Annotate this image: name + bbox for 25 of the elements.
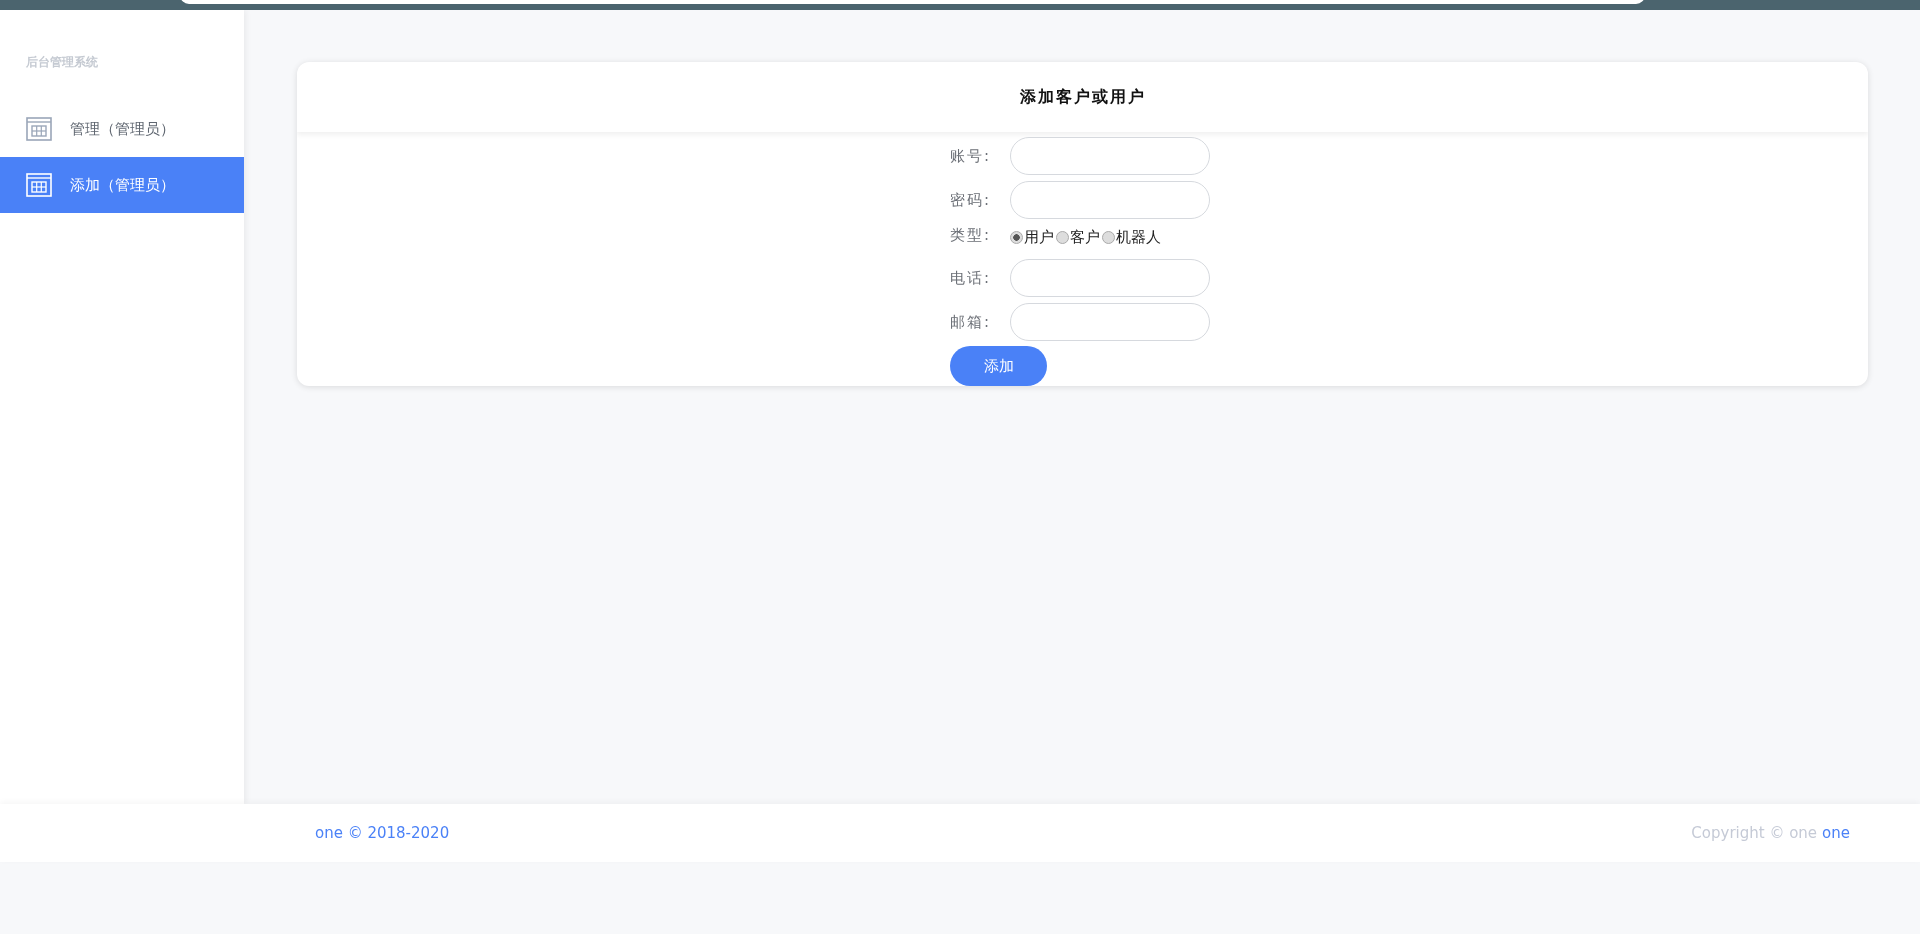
input-field[interactable] [1010,303,1210,341]
radio-icon[interactable] [1102,231,1115,244]
field-label: 邮箱: [950,312,993,332]
field-label: 电话: [950,268,993,288]
input-field[interactable] [1010,137,1210,175]
field-label: 密码: [950,190,993,210]
footer-link[interactable]: one [1822,824,1850,842]
radio-option[interactable]: 用户 [1010,228,1054,247]
radio-option[interactable]: 机器人 [1102,228,1161,247]
table-icon [26,117,52,141]
app-title: 后台管理系统 [25,54,99,71]
table-icon [26,173,52,197]
radio-icon[interactable] [1010,231,1023,244]
card-title: 添加客户或用户 [1019,86,1146,108]
radio-icon[interactable] [1056,231,1069,244]
input-field[interactable] [1010,181,1210,219]
sidebar-item[interactable]: 添加（管理员） [0,157,244,213]
sidebar-item[interactable]: 管理（管理员） [0,101,244,157]
field-label: 类型: [950,226,993,245]
input-field[interactable] [1010,259,1210,297]
field-label: 账号: [950,146,993,166]
copyright-text: Copyright © one [1691,824,1818,842]
add-button[interactable]: 添加 [950,346,1047,386]
footer-copyright: one © 2018-2020 [315,824,450,842]
radio-option[interactable]: 客户 [1056,228,1100,247]
